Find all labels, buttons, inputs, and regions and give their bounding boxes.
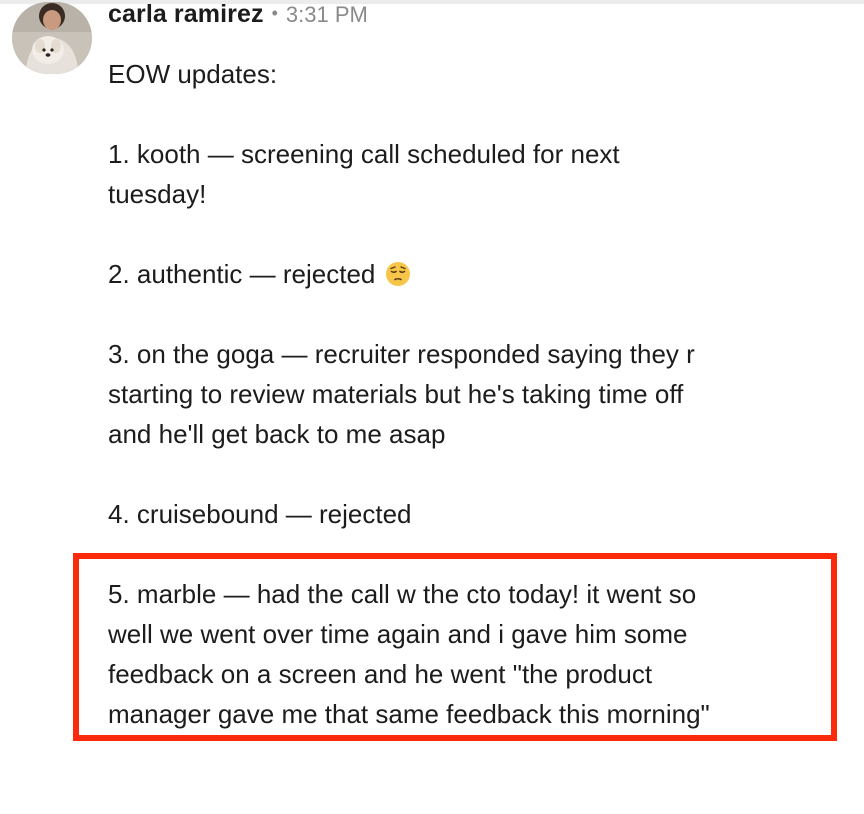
update-item-1-line-1: 1. kooth — screening call scheduled for … bbox=[108, 139, 620, 169]
highlight-box bbox=[73, 553, 837, 741]
avatar-photo bbox=[12, 2, 92, 74]
update-item-1-line-2: tuesday! bbox=[108, 179, 207, 209]
update-item-2: 2. authentic — rejected bbox=[108, 254, 828, 294]
message-timestamp[interactable]: 3:31 PM bbox=[286, 2, 368, 28]
update-item-3-line-1: 3. on the goga — recruiter responded say… bbox=[108, 339, 695, 369]
pensive-face-icon bbox=[385, 258, 411, 286]
update-item-3-line-3: and he'll get back to me asap bbox=[108, 419, 446, 449]
update-item-3-line-2: starting to review materials but he's ta… bbox=[108, 379, 684, 409]
message-greeting: EOW updates: bbox=[108, 59, 278, 89]
update-item-2-line-1: 2. authentic — rejected bbox=[108, 259, 376, 289]
update-item-4-line-1: 4. cruisebound — rejected bbox=[108, 499, 412, 529]
message-header: carla ramirez • 3:31 PM bbox=[108, 0, 368, 32]
avatar[interactable] bbox=[12, 2, 92, 74]
header-separator: • bbox=[271, 3, 278, 23]
author-name[interactable]: carla ramirez bbox=[108, 0, 264, 29]
